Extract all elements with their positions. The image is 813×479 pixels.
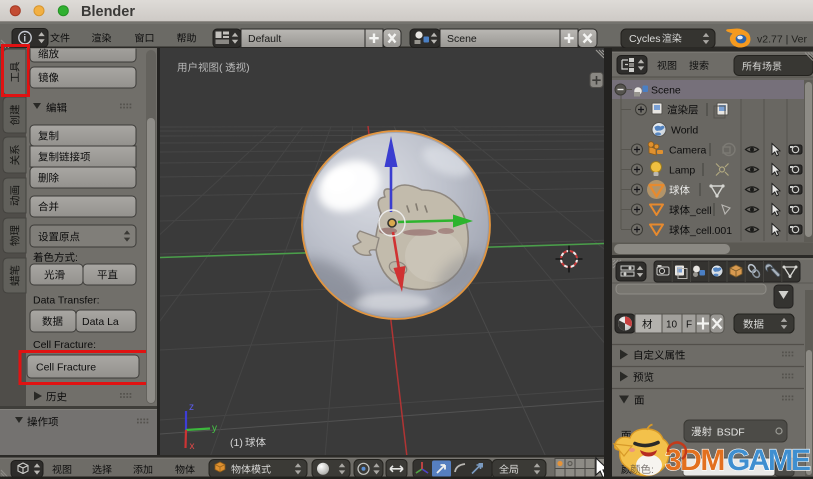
svg-text:): ) bbox=[246, 62, 250, 74]
svg-text:(: ( bbox=[219, 62, 223, 74]
svg-text:Blender: Blender bbox=[81, 4, 135, 20]
svg-text:10: 10 bbox=[666, 320, 678, 331]
svg-text:y: y bbox=[212, 423, 217, 434]
svg-text:GAME: GAME bbox=[727, 444, 810, 477]
svg-text:Cell Fracture:: Cell Fracture: bbox=[33, 339, 96, 351]
svg-text::: : bbox=[75, 252, 78, 264]
svg-text:Scene: Scene bbox=[447, 33, 477, 45]
svg-text:Data Transfer:: Data Transfer: bbox=[33, 295, 100, 307]
svg-text:v2.77 | Ver: v2.77 | Ver bbox=[757, 34, 808, 46]
svg-text:z: z bbox=[189, 402, 194, 413]
svg-text:Cell Fracture: Cell Fracture bbox=[36, 362, 96, 374]
svg-text:Cycles: Cycles bbox=[629, 33, 661, 45]
svg-text:(1): (1) bbox=[230, 437, 243, 449]
svg-text:_cell.001: _cell.001 bbox=[689, 225, 732, 237]
svg-text::: : bbox=[651, 464, 654, 476]
svg-text:_cell: _cell bbox=[689, 205, 712, 217]
svg-text:F: F bbox=[686, 320, 692, 331]
svg-text:BSDF: BSDF bbox=[717, 426, 745, 438]
svg-text:Default: Default bbox=[248, 33, 281, 45]
svg-text:x: x bbox=[190, 441, 195, 452]
svg-text:Data La: Data La bbox=[82, 316, 119, 328]
svg-text:i: i bbox=[23, 34, 26, 45]
svg-text:3DM: 3DM bbox=[665, 444, 724, 477]
svg-text:Lamp: Lamp bbox=[669, 165, 695, 177]
svg-text:World: World bbox=[671, 125, 698, 137]
svg-text:Camera: Camera bbox=[669, 145, 707, 157]
svg-text:Scene: Scene bbox=[651, 85, 681, 97]
